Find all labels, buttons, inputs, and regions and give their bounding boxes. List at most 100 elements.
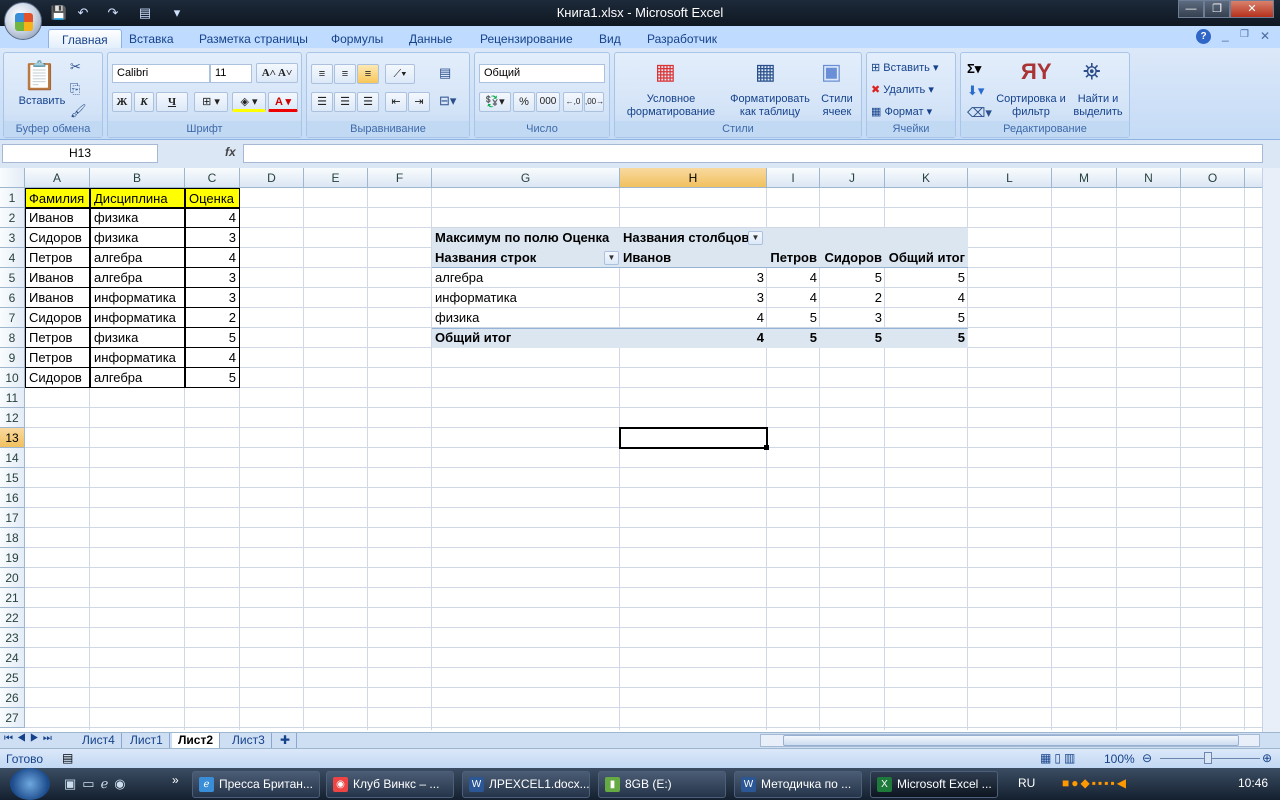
pivot-total-cell[interactable]: 5 [767,328,820,348]
align-center-button[interactable]: ☰ [334,92,356,112]
row-header-1[interactable]: 1 [0,188,25,208]
pivot-total-cell[interactable]: 5 [885,328,968,348]
help-icon[interactable]: ? [1196,29,1211,44]
tab-home[interactable]: Главная [48,29,122,49]
pivot-row-label-cell[interactable]: информатика [432,288,620,308]
table-cell[interactable]: информатика [90,307,185,328]
table-cell[interactable]: 2 [185,307,240,328]
row-header-26[interactable]: 26 [0,688,25,708]
clear-icon[interactable]: ⌫▾ [967,105,992,121]
column-header-O[interactable]: O [1181,168,1245,188]
format-painter-icon[interactable]: 🖌 [70,103,87,119]
italic-button[interactable]: К [134,92,154,112]
decrease-decimal-button[interactable]: ,00→ [584,92,604,112]
pivot-row-label-cell[interactable]: физика [432,308,620,328]
taskbar-item[interactable]: ▮ 8GB (E:) [598,771,726,798]
clock[interactable]: 10:46 [1238,776,1268,790]
table-cell[interactable]: Иванов [25,207,90,228]
doc-close-button[interactable]: ✕ [1260,29,1270,43]
tab-data[interactable]: Данные [396,29,465,49]
table-cell[interactable]: Петров [25,247,90,268]
delete-cells-button[interactable]: ✖ Удалить ▾ [871,84,934,97]
quick-launch-icons[interactable]: ▣▭ℯ◉ [64,776,132,792]
column-header-F[interactable]: F [368,168,432,188]
table-cell[interactable]: 5 [185,327,240,348]
pivot-value-cell[interactable]: 2 [820,288,885,308]
align-top-button[interactable]: ≡ [311,64,333,84]
wrap-text-icon[interactable]: ▤ [439,65,451,81]
horizontal-scroll-thumb[interactable] [783,735,1239,746]
format-cells-button[interactable]: ▦ Формат ▾ [871,106,932,119]
row-header-5[interactable]: 5 [0,268,25,288]
align-right-button[interactable]: ☰ [357,92,379,112]
format-as-table-button[interactable]: Форматировать как таблицу [725,93,815,119]
sort-filter-button[interactable]: Сортировка и фильтр [995,93,1067,119]
table-cell[interactable]: 4 [185,207,240,228]
row-header-7[interactable]: 7 [0,308,25,328]
sheet-tab-Лист2[interactable]: Лист2 [172,733,221,748]
close-button[interactable]: ✕ [1230,0,1274,18]
sheet-tab-Лист4[interactable]: Лист4 [76,733,122,748]
sort-filter-icon[interactable]: ЯY [1021,59,1052,85]
row-header-9[interactable]: 9 [0,348,25,368]
table-cell[interactable]: Сидоров [25,307,90,328]
tray-icons[interactable]: ■●◆▪▪▪▪◀ [1062,776,1128,790]
name-box[interactable]: H13 [2,144,158,163]
conditional-formatting-button[interactable]: Условное форматирование [617,93,725,119]
row-header-24[interactable]: 24 [0,648,25,668]
pivot-column-header[interactable]: Общий итог [885,248,968,268]
table-cell[interactable]: Сидоров [25,227,90,248]
selected-cell-H13[interactable] [619,427,768,449]
paste-button[interactable]: Вставить [12,95,72,108]
column-header-G[interactable]: G [432,168,620,188]
pivot-value-cell[interactable]: 3 [620,268,767,288]
table-cell[interactable]: алгебра [90,367,185,388]
tab-page-layout[interactable]: Разметка страницы [186,29,321,49]
align-middle-button[interactable]: ≡ [334,64,356,84]
restore-button[interactable]: ❐ [1204,0,1230,18]
align-bottom-button[interactable]: ≡ [357,64,379,84]
horizontal-scrollbar[interactable] [760,734,1260,747]
select-all-corner[interactable] [0,168,25,188]
row-header-21[interactable]: 21 [0,588,25,608]
view-buttons[interactable]: ▦▯▥ [1040,751,1096,767]
macro-record-icon[interactable]: ▤ [62,751,73,765]
table-cell[interactable]: Иванов [25,267,90,288]
column-header-partial[interactable] [1245,168,1262,188]
redo-icon[interactable]: ↷ [104,4,122,22]
fill-icon[interactable]: ⬇▾ [967,83,984,99]
row-header-2[interactable]: 2 [0,208,25,228]
undo-icon[interactable]: ↶ [74,4,92,22]
pivot-value-cell[interactable]: 5 [820,268,885,288]
find-select-button[interactable]: Найти и выделить [1069,93,1127,119]
table-header-cell[interactable]: Фамилия [25,188,90,209]
pivot-column-filter-dropdown[interactable]: ▼ [748,231,763,245]
pivot-title[interactable]: Максимум по полю Оценка [432,228,620,248]
row-header-6[interactable]: 6 [0,288,25,308]
column-header-C[interactable]: C [185,168,240,188]
insert-sheet-icon[interactable]: ✚ [274,733,298,748]
office-button[interactable] [4,2,42,40]
paste-icon[interactable]: 📋 [22,59,57,95]
table-cell[interactable]: Иванов [25,287,90,308]
autosum-icon[interactable]: Σ▾ [967,61,981,77]
column-header-I[interactable]: I [767,168,820,188]
taskbar-item[interactable]: ℯ Пресса Британ... [192,771,320,798]
row-header-11[interactable]: 11 [0,388,25,408]
tab-developer[interactable]: Разработчик [634,29,730,49]
cut-icon[interactable]: ✂ [70,59,81,75]
more-quick-launch-icon[interactable]: » [172,773,179,787]
fill-color-button[interactable]: ◈ ▾ [232,92,266,112]
table-cell[interactable]: алгебра [90,267,185,288]
borders-button[interactable]: ⊞ ▾ [194,92,228,112]
table-cell[interactable]: информатика [90,287,185,308]
column-header-H[interactable]: H [620,168,767,188]
table-cell[interactable]: 5 [185,367,240,388]
conditional-formatting-icon[interactable]: ▦ [655,59,676,85]
spreadsheet-grid[interactable]: A B C D E F G H I J K L M N O 1 2 3 4 5 6 7 8 9 10 11 12 13 14 15 16 17… [0,168,1262,730]
table-cell[interactable]: физика [90,327,185,348]
cell-styles-icon[interactable]: ▣ [821,59,842,85]
table-cell[interactable]: Сидоров [25,367,90,388]
language-indicator[interactable]: RU [1018,776,1035,790]
taskbar-item[interactable]: X Microsoft Excel ... [870,771,998,798]
